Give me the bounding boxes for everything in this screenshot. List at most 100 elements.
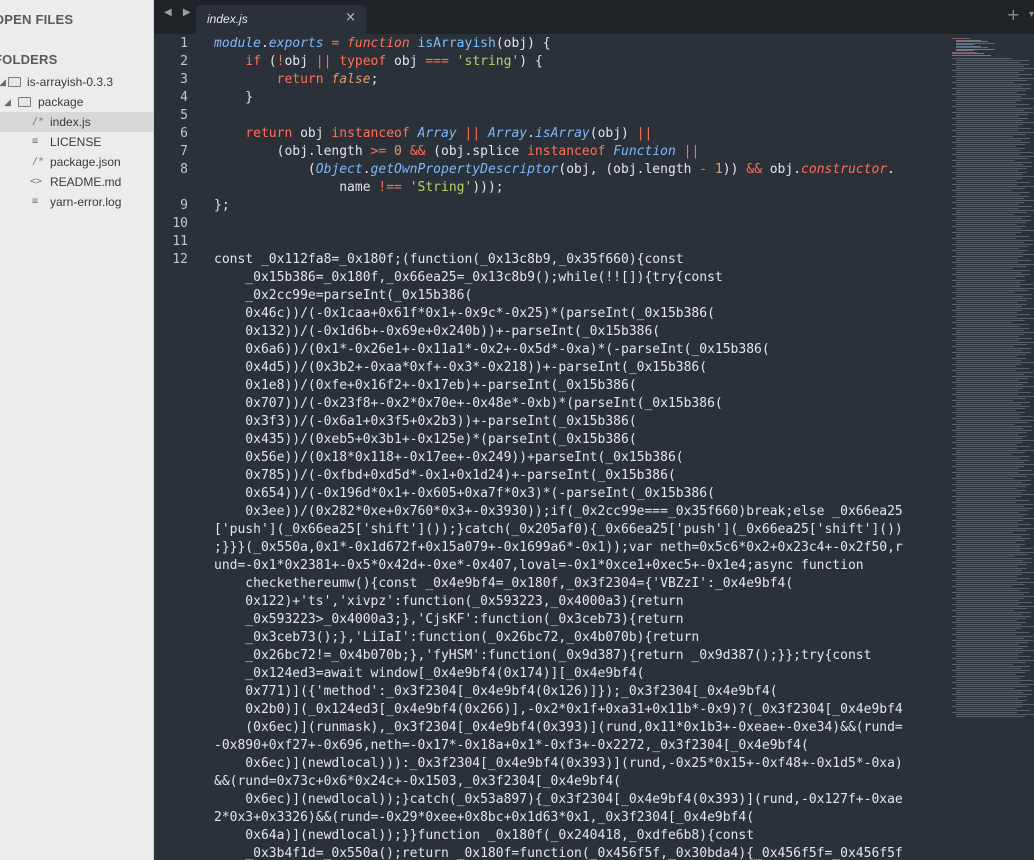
minimap-line xyxy=(956,602,1032,603)
code-line: if (!obj || typeof obj === 'string') { xyxy=(245,54,543,69)
minimap-line xyxy=(952,112,1033,113)
minimap-line xyxy=(952,178,1022,179)
code-line: name !== 'String'))); xyxy=(214,180,504,195)
minimap-line xyxy=(952,688,1015,689)
minimap-line xyxy=(956,302,1018,303)
minimap-line xyxy=(956,566,1018,567)
minimap-line xyxy=(956,618,1026,619)
minimap-line xyxy=(956,488,1017,489)
tab-nav-arrows-icon[interactable]: ◀ ▶ xyxy=(164,7,195,18)
code-line: 0x6ec)](newdlocal))):_0x3f2304[_0x4e9bf4… xyxy=(214,756,903,771)
minimap-line xyxy=(952,490,1026,491)
tree-item-label: package.json xyxy=(50,155,121,169)
minimap-line xyxy=(956,336,1019,337)
minimap-line xyxy=(952,556,1015,557)
minimap-line xyxy=(952,130,1018,131)
minimap-line xyxy=(956,468,1019,469)
line-number: 2 xyxy=(180,54,188,69)
minimap-line xyxy=(956,666,1030,667)
folders-header[interactable]: FOLDERS xyxy=(0,52,58,67)
minimap-line xyxy=(952,544,1025,545)
line-number: 6 xyxy=(180,126,188,141)
minimap-line xyxy=(952,118,1028,119)
open-files-header[interactable]: OPEN FILES xyxy=(0,12,73,27)
minimap-line xyxy=(952,448,1017,449)
minimap-line xyxy=(956,498,1016,499)
minimap-line xyxy=(956,170,1018,171)
chevron-down-icon[interactable]: ◢ xyxy=(4,92,11,112)
minimap-line xyxy=(956,104,1029,105)
minimap-line xyxy=(956,392,1031,393)
tree-file-package-json[interactable]: /* package.json xyxy=(0,152,153,172)
minimap-line xyxy=(952,466,1024,467)
minimap-line xyxy=(952,562,1032,563)
tree-folder-root[interactable]: ◢ is-arrayish-0.3.3 xyxy=(0,72,153,92)
minimap-line xyxy=(956,92,1017,93)
minimap-line xyxy=(956,366,1016,367)
minimap-line xyxy=(956,260,1031,261)
minimap-line xyxy=(952,658,1018,659)
minimap-line xyxy=(956,168,1027,169)
minimap-line xyxy=(956,500,1029,501)
minimap-line xyxy=(952,634,1016,635)
minimap-line xyxy=(952,88,1031,89)
code-line: }; xyxy=(214,198,230,213)
tab-index-js[interactable]: index.js × xyxy=(196,5,366,34)
close-icon[interactable]: × xyxy=(345,10,356,25)
minimap-line xyxy=(952,286,1020,287)
minimap-line xyxy=(956,222,1026,223)
minimap-line xyxy=(952,382,1028,383)
tree-item-label: is-arrayish-0.3.3 xyxy=(27,75,114,89)
new-tab-plus-icon[interactable]: + xyxy=(1007,5,1020,24)
minimap-line xyxy=(956,626,1034,627)
minimap-line xyxy=(956,572,1034,573)
minimap-line xyxy=(956,446,1030,447)
minimap-line xyxy=(952,514,1028,515)
minimap-line xyxy=(956,128,1031,129)
minimap-line xyxy=(952,226,1026,227)
minimap-line xyxy=(956,458,1020,459)
line-number: 5 xyxy=(180,108,188,123)
minimap-line xyxy=(956,668,1021,669)
tree-file-readme[interactable]: <> README.md xyxy=(0,172,153,192)
minimap-line xyxy=(956,524,1031,525)
code-line: 0x64a)](newdlocal));}}function _0x180f(_… xyxy=(214,828,755,843)
tree-folder-package[interactable]: ◢ package xyxy=(0,92,153,112)
minimap-line xyxy=(956,644,1019,645)
minimap-line xyxy=(956,420,1034,421)
minimap-line xyxy=(956,288,1034,289)
minimap-line xyxy=(956,344,1027,345)
minimap-line xyxy=(956,350,1022,351)
minimap-line xyxy=(956,408,1025,409)
tree-file-index-js[interactable]: /* index.js xyxy=(0,112,153,132)
chevron-down-icon[interactable]: ◢ xyxy=(0,72,6,92)
minimap-line xyxy=(952,646,1028,647)
code-editor[interactable]: 1 2 3 4 6 7 8 9 10 11 12 5 module.export… xyxy=(154,34,950,860)
minimap-line xyxy=(956,254,1034,255)
tree-file-license[interactable]: ≡ LICENSE xyxy=(0,132,153,152)
minimap-line xyxy=(952,454,1012,455)
minimap-line xyxy=(952,136,1013,137)
minimap-line xyxy=(956,338,1032,339)
code-line: 0x6ec)](newdlocal));}catch(_0x53a897){_0… xyxy=(214,792,903,807)
minimap[interactable] xyxy=(950,34,1034,860)
minimap-line xyxy=(952,232,1021,233)
minimap-line xyxy=(956,612,1031,613)
minimap-line xyxy=(956,608,1027,609)
minimap-line xyxy=(952,346,1014,347)
minimap-line xyxy=(952,106,1016,107)
minimap-line xyxy=(952,154,1020,155)
chevron-down-icon[interactable]: ▾ xyxy=(1029,9,1034,20)
minimap-line xyxy=(956,272,1021,273)
minimap-line xyxy=(952,310,1022,311)
minimap-line xyxy=(952,436,1027,437)
code-line: _0x593223>_0x4000a3;},'CjsKF':function(_… xyxy=(214,612,684,627)
minimap-line xyxy=(952,184,1017,185)
tree-file-yarn-error-log[interactable]: ≡ yarn-error.log xyxy=(0,192,153,212)
minimap-line xyxy=(956,248,1019,249)
minimap-line xyxy=(956,662,1026,663)
minimap-line xyxy=(956,450,1034,451)
minimap-line xyxy=(952,54,991,56)
minimap-line xyxy=(952,322,1012,323)
minimap-line xyxy=(956,290,1028,291)
